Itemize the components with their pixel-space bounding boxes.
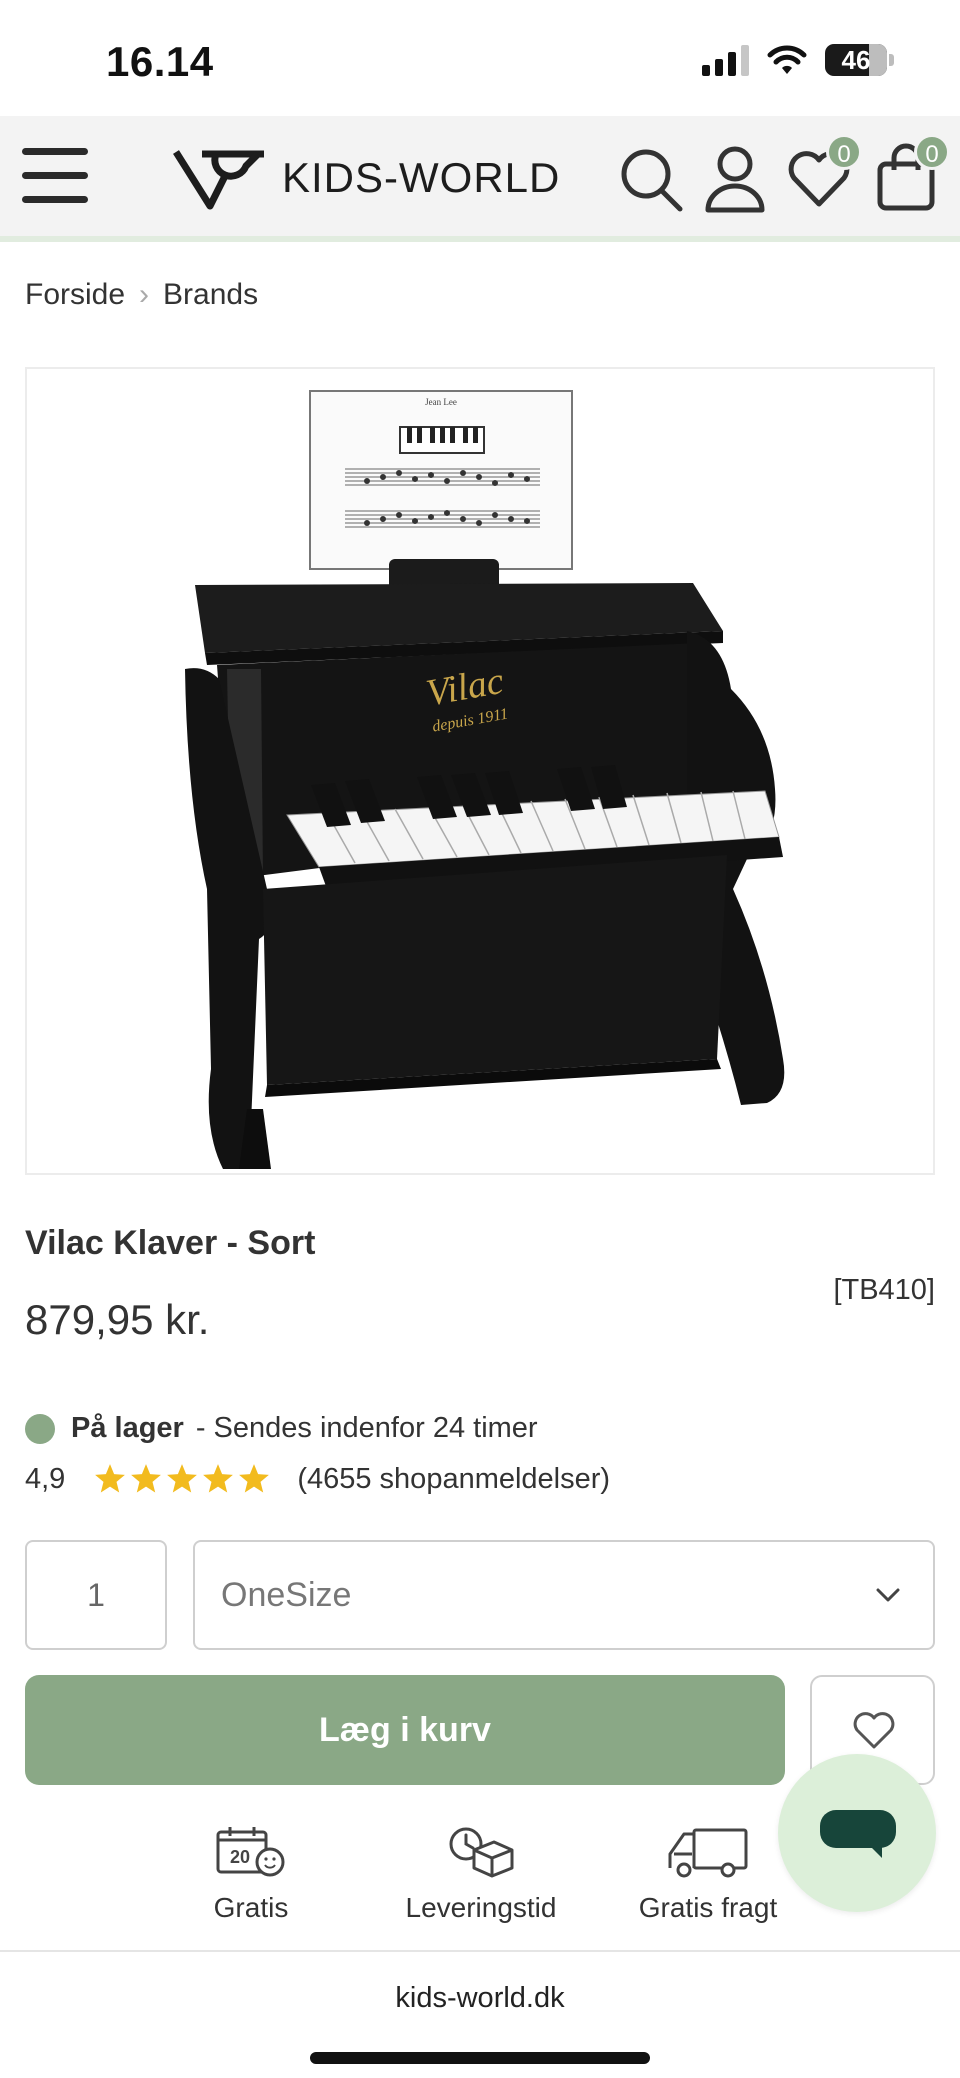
- site-header: KIDS-WORLD 0 0: [0, 116, 960, 242]
- wishlist-header-button[interactable]: 0: [784, 134, 862, 214]
- status-bar: 16.14 46: [0, 0, 960, 116]
- product-image[interactable]: Jean Lee Vilac depuis 1911: [25, 367, 935, 1175]
- status-time: 16.14: [106, 38, 214, 85]
- stock-detail: - Sendes indenfor 24 timer: [195, 1412, 538, 1444]
- feature-gratis: 20 Gratis: [196, 1824, 306, 1924]
- feature-label: Leveringstid: [405, 1892, 557, 1923]
- logo-text: KIDS-WORLD: [282, 154, 561, 201]
- star-icon: [131, 1464, 162, 1493]
- chat-bubble-icon: [820, 1810, 896, 1848]
- quantity-input[interactable]: 1: [25, 1540, 167, 1650]
- chat-button[interactable]: [778, 1754, 936, 1912]
- cellular-signal-icon: [702, 44, 749, 76]
- feature-label: Gratis: [213, 1892, 289, 1923]
- chevron-down-icon: [876, 1588, 900, 1602]
- size-selected-value: OneSize: [221, 1576, 352, 1614]
- rating-value: 4,9: [25, 1462, 66, 1495]
- breadcrumb-brands[interactable]: Brands: [163, 278, 258, 312]
- truck-icon: [668, 1828, 748, 1878]
- user-icon: [705, 146, 765, 213]
- in-stock-dot-icon: [25, 1413, 55, 1444]
- browser-url-bar[interactable]: kids-world.dk: [0, 1950, 960, 2078]
- rating-stars: [93, 1462, 271, 1496]
- site-logo[interactable]: KIDS-WORLD: [172, 138, 560, 218]
- home-indicator[interactable]: [310, 2052, 650, 2064]
- chevron-right-icon: ›: [139, 278, 150, 311]
- product-price: 879,95 kr.: [25, 1296, 210, 1343]
- search-button[interactable]: [616, 140, 686, 214]
- review-count: (4655 shopanmeldelser): [297, 1462, 611, 1495]
- wishlist-count-badge: 0: [826, 134, 862, 170]
- star-icon: [95, 1464, 126, 1493]
- product-sku: [TB410]: [833, 1274, 935, 1306]
- star-icon: [239, 1464, 270, 1493]
- status-icons: 46: [702, 44, 894, 76]
- calendar-number: 20: [230, 1847, 250, 1867]
- clock-box-icon: [449, 1827, 514, 1878]
- cart-button[interactable]: 0: [872, 134, 950, 214]
- chat-bubble-tail: [868, 1844, 882, 1858]
- star-icon: [167, 1464, 198, 1493]
- add-to-cart-button[interactable]: Læg i kurv: [25, 1675, 785, 1785]
- rating-row[interactable]: 4,9 (4655 shopanmeldelser): [25, 1462, 610, 1496]
- search-icon: [621, 149, 683, 212]
- menu-button[interactable]: [22, 148, 90, 204]
- star-icon: [203, 1464, 234, 1493]
- heart-outline-icon: [853, 1712, 895, 1749]
- size-select[interactable]: OneSize: [193, 1540, 935, 1650]
- breadcrumb-home[interactable]: Forside: [25, 278, 125, 312]
- kids-world-logo-icon: [173, 150, 264, 210]
- url-text[interactable]: kids-world.dk: [0, 1982, 960, 2015]
- feature-free-shipping: Gratis fragt: [628, 1824, 788, 1924]
- account-button[interactable]: [700, 140, 770, 214]
- breadcrumb: Forside › Brands: [25, 278, 258, 312]
- piano-illustration: Jean Lee Vilac depuis 1911: [185, 390, 785, 1169]
- cart-count-badge: 0: [914, 134, 950, 170]
- calendar-20-smiley-icon: 20: [216, 1827, 285, 1877]
- stock-status: På lager - Sendes indenfor 24 timer: [25, 1412, 538, 1445]
- product-title: Vilac Klaver - Sort: [25, 1224, 316, 1262]
- battery-tip: [889, 54, 894, 66]
- feature-delivery-time[interactable]: Leveringstid: [396, 1824, 566, 1924]
- feature-label: Gratis fragt: [638, 1892, 778, 1923]
- sheet-music-title: Jean Lee: [425, 397, 457, 407]
- stock-label: På lager: [71, 1412, 184, 1444]
- wifi-icon: [767, 45, 807, 74]
- battery-level: 46: [841, 45, 871, 75]
- battery-icon: 46: [825, 44, 887, 76]
